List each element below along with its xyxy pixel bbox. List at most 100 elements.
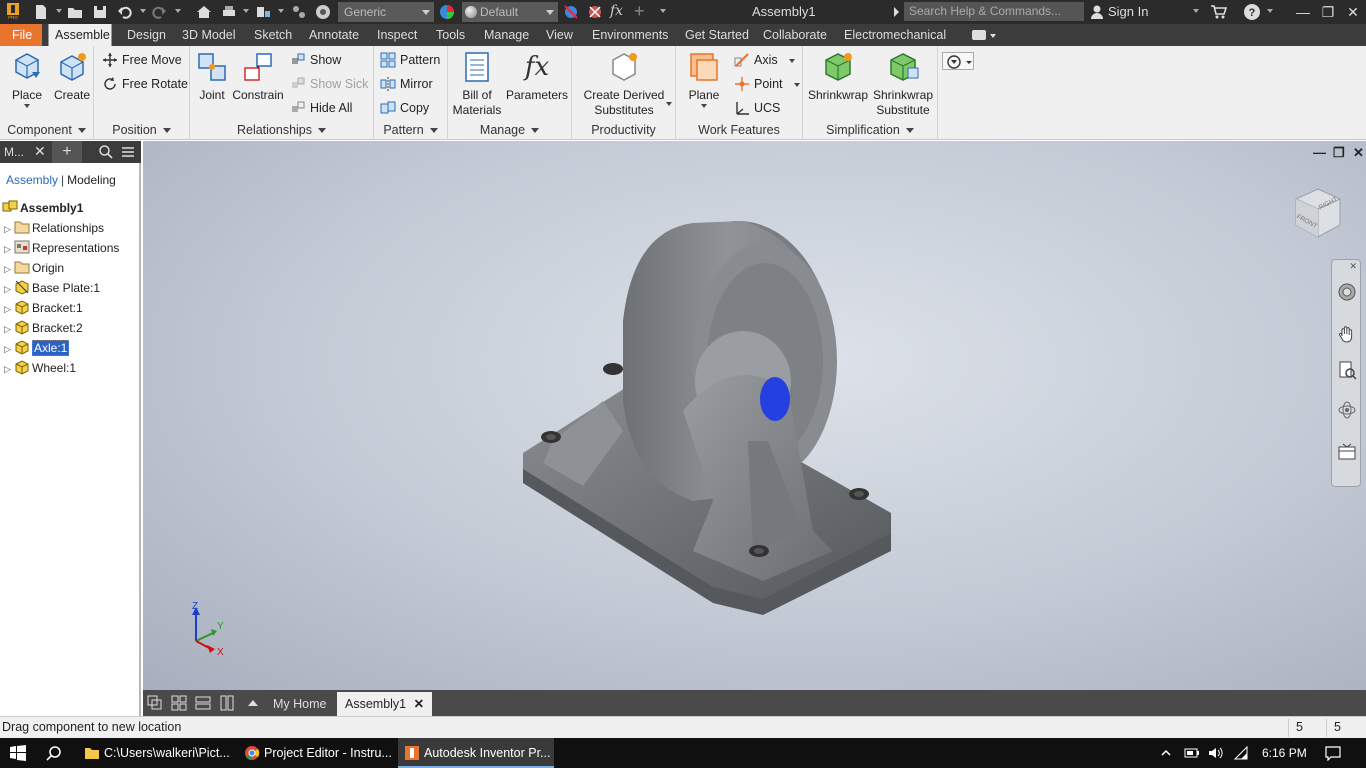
panel-manage-title[interactable]: Manage [448,123,571,137]
panel-component-title[interactable]: Component [0,123,93,137]
print-dropdown-icon[interactable] [243,9,249,13]
expand-icon[interactable]: ▷ [4,359,14,379]
windows-start-icon[interactable] [10,745,26,761]
undo-icon[interactable] [116,3,134,21]
tab-environments[interactable]: Environments [586,24,674,46]
panel-pattern-title[interactable]: Pattern [374,123,447,137]
fx-parameters-icon[interactable]: fx [610,3,628,21]
show-sick-button[interactable]: Show Sick [290,74,368,94]
browser-close-icon[interactable]: ✕ [34,143,46,160]
tab-3d-model[interactable]: 3D Model [176,24,242,46]
tile-horizontal-icon[interactable] [195,695,211,711]
browser-search-icon[interactable] [98,144,114,160]
tab-design[interactable]: Design [121,24,172,46]
search-input[interactable]: Search Help & Commands... [904,2,1084,21]
zoom-icon[interactable] [1337,360,1357,380]
mirror-button[interactable]: Mirror [380,74,433,94]
appearance-color-icon[interactable] [438,3,456,21]
pan-hand-icon[interactable] [1337,324,1357,344]
inventor-logo-icon[interactable]: PRO [4,2,22,20]
tab-electromechanical[interactable]: Electromechanical [838,24,952,46]
select-icon[interactable] [290,3,308,21]
pattern-button[interactable]: Pattern [380,50,440,70]
help-icon[interactable]: ? [1243,3,1261,21]
joint-button[interactable]: Joint [194,50,230,103]
free-move-button[interactable]: Free Move [102,50,182,70]
show-button[interactable]: Show [290,50,341,70]
plane-button[interactable]: Plane [684,50,724,108]
tree-root-assembly[interactable]: Assembly1 [2,198,83,218]
clear-appearance-icon[interactable] [586,3,604,21]
update-icon[interactable] [254,3,272,21]
tray-chevron-icon[interactable] [1160,747,1172,759]
measure-plus-icon[interactable]: + [634,2,652,21]
battery-icon[interactable] [1184,746,1200,760]
tab-file[interactable]: File [0,24,42,46]
minimize-icon[interactable]: — [1294,3,1312,21]
adjust-appearance-icon[interactable] [562,3,580,21]
constrain-button[interactable]: Constrain [232,50,284,103]
close-icon[interactable]: ✕ [1344,3,1362,21]
steering-wheel-icon[interactable] [1337,282,1357,302]
copy-button[interactable]: Copy [380,98,429,118]
redo-icon[interactable] [150,3,168,21]
wifi-icon[interactable] [1233,745,1249,761]
task-file-explorer[interactable]: C:\Users\walkeri\Pict... [78,738,234,768]
browser-menu-icon[interactable] [120,144,136,160]
viewport-restore-icon[interactable]: ❐ [1333,145,1345,161]
new-file-icon[interactable] [32,3,50,21]
cart-icon[interactable] [1209,3,1227,21]
tree-item-wheel[interactable]: ▷ Wheel:1 [4,358,76,378]
tab-collaborate[interactable]: Collaborate [757,24,833,46]
axis-button[interactable]: Axis [734,50,796,70]
update-dropdown-icon[interactable] [278,9,284,13]
volume-icon[interactable] [1207,745,1223,761]
ribbon-options-button[interactable] [942,52,974,70]
quickaccess-dropdown-icon[interactable] [660,9,666,13]
panel-relationships-title[interactable]: Relationships [190,123,373,137]
create-derived-substitutes-button[interactable]: Create Derived Substitutes [582,50,666,118]
shrinkwrap-substitute-button[interactable]: Shrinkwrap Substitute [871,50,935,118]
tile-vertical-icon[interactable] [219,695,235,711]
print-icon[interactable] [220,3,238,21]
ucs-button[interactable]: UCS [734,98,780,118]
restore-icon[interactable]: ❐ [1319,3,1337,21]
tab-get-started[interactable]: Get Started [679,24,755,46]
sign-in-link[interactable]: Sign In [1108,4,1148,19]
help-dropdown-icon[interactable] [1267,9,1273,13]
clock[interactable]: 6:16 PM [1262,746,1307,760]
tab-sketch[interactable]: Sketch [248,24,298,46]
assembly-model[interactable] [513,201,913,621]
ilogic-icon[interactable] [314,3,332,21]
axle-end-highlight[interactable] [760,377,790,421]
appearance-select[interactable]: Default [462,2,558,22]
signin-dropdown-icon[interactable] [1193,9,1199,13]
save-icon[interactable] [91,3,109,21]
browser-add-icon[interactable]: + [52,141,82,163]
tab-inspect[interactable]: Inspect [371,24,423,46]
tab-close-icon[interactable]: ✕ [414,692,424,716]
open-folder-icon[interactable] [66,3,84,21]
user-icon[interactable] [1088,3,1106,21]
expand-icon[interactable]: ▷ [4,219,14,239]
expand-icon[interactable]: ▷ [4,239,14,259]
tile-windows-icon[interactable] [171,695,187,711]
task-chrome[interactable]: Project Editor - Instru... [238,738,394,768]
expand-arrow-icon[interactable] [894,7,899,17]
tree-item-representations[interactable]: ▷ Representations [4,238,119,258]
hide-all-button[interactable]: Hide All [290,98,352,118]
place-button[interactable]: Place [6,50,48,108]
orbit-icon[interactable] [1337,400,1357,420]
look-at-icon[interactable] [1337,442,1357,462]
panel-position-title[interactable]: Position [94,123,189,137]
undo-dropdown-icon[interactable] [140,9,146,13]
parameters-button[interactable]: fx Parameters [506,50,568,103]
tree-item-origin[interactable]: ▷ Origin [4,258,64,278]
expand-icon[interactable]: ▷ [4,319,14,339]
tab-assembly1[interactable]: Assembly1 ✕ [337,692,433,716]
tree-item-bracket-1[interactable]: ▷ Bracket:1 [4,298,83,318]
shrinkwrap-button[interactable]: Shrinkwrap [807,50,869,103]
free-rotate-button[interactable]: Free Rotate [102,74,188,94]
create-button[interactable]: Create [52,50,92,103]
task-inventor[interactable]: Autodesk Inventor Pr... [398,738,554,768]
